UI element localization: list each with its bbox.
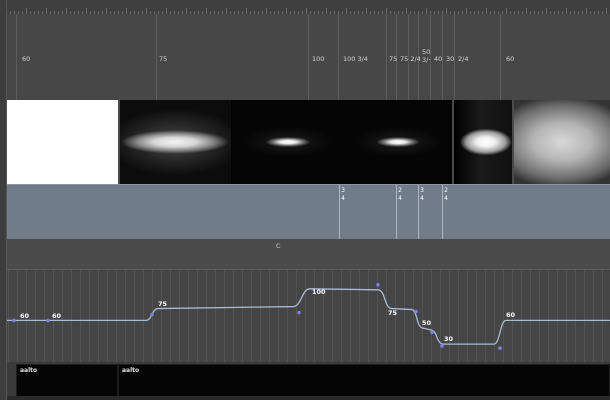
tempo-curve-lane[interactable]: 60 60 75 100 75 50 30 60 — [6, 270, 610, 362]
region-lane[interactable]: aalto aalto — [6, 362, 610, 400]
video-thumbnail — [454, 100, 512, 184]
tempo-curve-node[interactable] — [440, 344, 444, 348]
tempo-marker-line[interactable] — [308, 14, 309, 100]
tempo-marker-label[interactable]: 75 2/4 — [400, 56, 421, 63]
video-thumbnail — [232, 100, 344, 184]
tempo-marker-label[interactable]: 60 — [22, 56, 30, 63]
time-signature-label[interactable]: 34 — [340, 187, 346, 203]
tempo-curve-node[interactable] — [12, 318, 16, 323]
left-gutter — [0, 0, 7, 400]
tempo-marker-label[interactable]: 50 3/· — [422, 48, 432, 64]
video-thumbnail — [514, 100, 610, 184]
tempo-point-label[interactable]: 75 — [158, 301, 167, 308]
tempo-marker-label[interactable]: 2/4 — [458, 56, 468, 63]
tempo-marker-line[interactable] — [500, 14, 501, 100]
tempo-point-label[interactable]: 50 — [422, 320, 431, 327]
tempo-curve-node[interactable] — [430, 330, 434, 335]
tempo-curve-node[interactable] — [498, 346, 502, 350]
tempo-curve-node[interactable] — [46, 318, 50, 323]
tempo-marker-label[interactable]: 75 — [389, 56, 397, 63]
time-signature-denominator: 4 — [420, 195, 424, 202]
video-thumbnail — [6, 100, 118, 184]
ruler-ticks — [6, 8, 607, 14]
region-label: aalto — [20, 367, 38, 374]
audio-region[interactable]: aalto — [16, 364, 118, 398]
tempo-point-label[interactable]: 100 — [312, 289, 326, 296]
thumbnail-divider — [452, 100, 454, 184]
time-signature-label[interactable]: 24 — [443, 187, 449, 203]
time-signature-numerator: 2 — [444, 187, 448, 194]
video-thumbnail — [119, 100, 231, 184]
region-label: aalto — [122, 367, 140, 374]
thumbnail-divider — [512, 100, 514, 184]
time-signature-denominator: 4 — [341, 195, 345, 202]
time-signature-label[interactable]: 34 — [419, 187, 425, 203]
tempo-curve-node[interactable] — [297, 310, 301, 315]
tempo-curve-node[interactable] — [150, 312, 154, 317]
time-signature-label[interactable]: 24 — [397, 187, 403, 203]
time-signature-denominator: 4 — [444, 195, 448, 202]
tempo-point-label[interactable]: 30 — [444, 336, 453, 343]
time-signature-lane[interactable]: 34243424 — [6, 184, 610, 240]
tempo-curve-node[interactable] — [376, 283, 380, 287]
tempo-editor-window: 60 75 100 100 3/4 75 75 2/4 50 3/· 40 30 2/4 60 342… — [0, 0, 610, 400]
tempo-marker-label[interactable]: 60 — [506, 56, 514, 63]
key-signature-label: C — [276, 242, 281, 250]
time-signature-denominator: 4 — [398, 195, 402, 202]
tempo-marker-line[interactable] — [338, 14, 339, 100]
tempo-point-label[interactable]: 75 — [388, 310, 397, 317]
tempo-marker-lane[interactable]: 60 75 100 100 3/4 75 75 2/4 50 3/· 40 30 2/4 60 — [6, 14, 610, 100]
tempo-point-label[interactable]: 60 — [20, 313, 29, 320]
tempo-point-label[interactable]: 60 — [52, 313, 61, 320]
tempo-marker-line[interactable] — [156, 14, 157, 100]
tempo-marker-label[interactable]: 75 — [159, 56, 167, 63]
time-signature-numerator: 3 — [341, 187, 345, 194]
key-signature-lane[interactable]: C — [6, 239, 610, 270]
thumbnail-divider — [118, 100, 120, 184]
time-signature-numerator: 2 — [398, 187, 402, 194]
tempo-marker-label[interactable]: 30 — [446, 56, 454, 63]
tempo-marker-line[interactable] — [16, 14, 17, 100]
timeline-ruler[interactable] — [6, 0, 610, 15]
video-thumbnail-strip — [6, 100, 610, 184]
audio-region[interactable]: aalto — [118, 364, 610, 398]
tempo-marker-line[interactable] — [386, 14, 387, 100]
time-signature-numerator: 3 — [420, 187, 424, 194]
tempo-marker-label[interactable]: 40 — [434, 56, 442, 63]
tempo-curve-graph[interactable] — [6, 270, 610, 362]
tempo-curve-node[interactable] — [414, 309, 418, 314]
tempo-marker-label[interactable]: 100 — [312, 56, 324, 63]
tempo-marker-label[interactable]: 100 3/4 — [343, 56, 368, 63]
video-thumbnail — [344, 100, 452, 184]
tempo-curve-line[interactable] — [6, 288, 610, 345]
tempo-point-label[interactable]: 60 — [506, 312, 515, 319]
horizontal-scrollbar[interactable] — [6, 396, 610, 400]
